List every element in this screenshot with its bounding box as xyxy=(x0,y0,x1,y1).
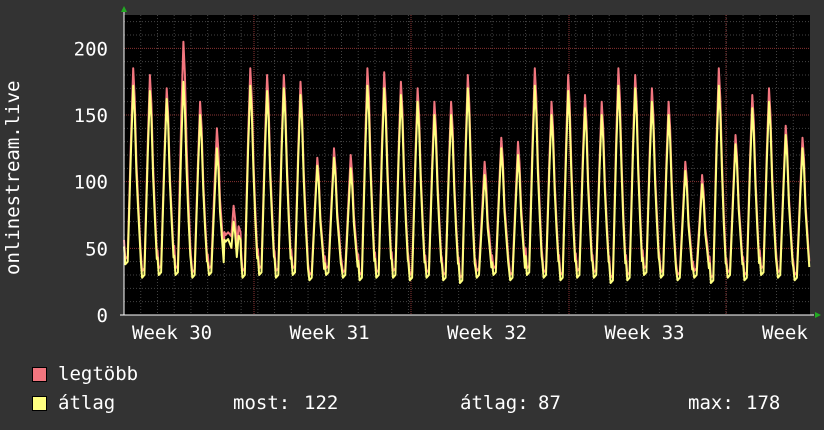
x-axis-arrow-icon xyxy=(815,312,821,318)
y-axis-label: onlinestream.live xyxy=(2,80,24,275)
y-tick-label: 150 xyxy=(74,105,108,127)
x-tick-label: Week 31 xyxy=(290,322,370,344)
y-axis-arrow-icon xyxy=(121,6,127,12)
x-tick-label: Week 32 xyxy=(447,322,527,344)
y-tick-label: 50 xyxy=(85,238,108,260)
plot-background xyxy=(124,15,810,315)
x-tick-label: Week 30 xyxy=(132,322,212,344)
chart-area: 0 50 100 150 200 Week 30 Week 31 Week 32 Week 33… xyxy=(74,6,821,344)
x-tick-label: Week xyxy=(762,322,808,344)
y-tick-label: 0 xyxy=(97,305,108,327)
y-tick-label: 200 xyxy=(74,38,108,60)
x-tick-label: Week 33 xyxy=(605,322,685,344)
y-tick-label: 100 xyxy=(74,172,108,194)
